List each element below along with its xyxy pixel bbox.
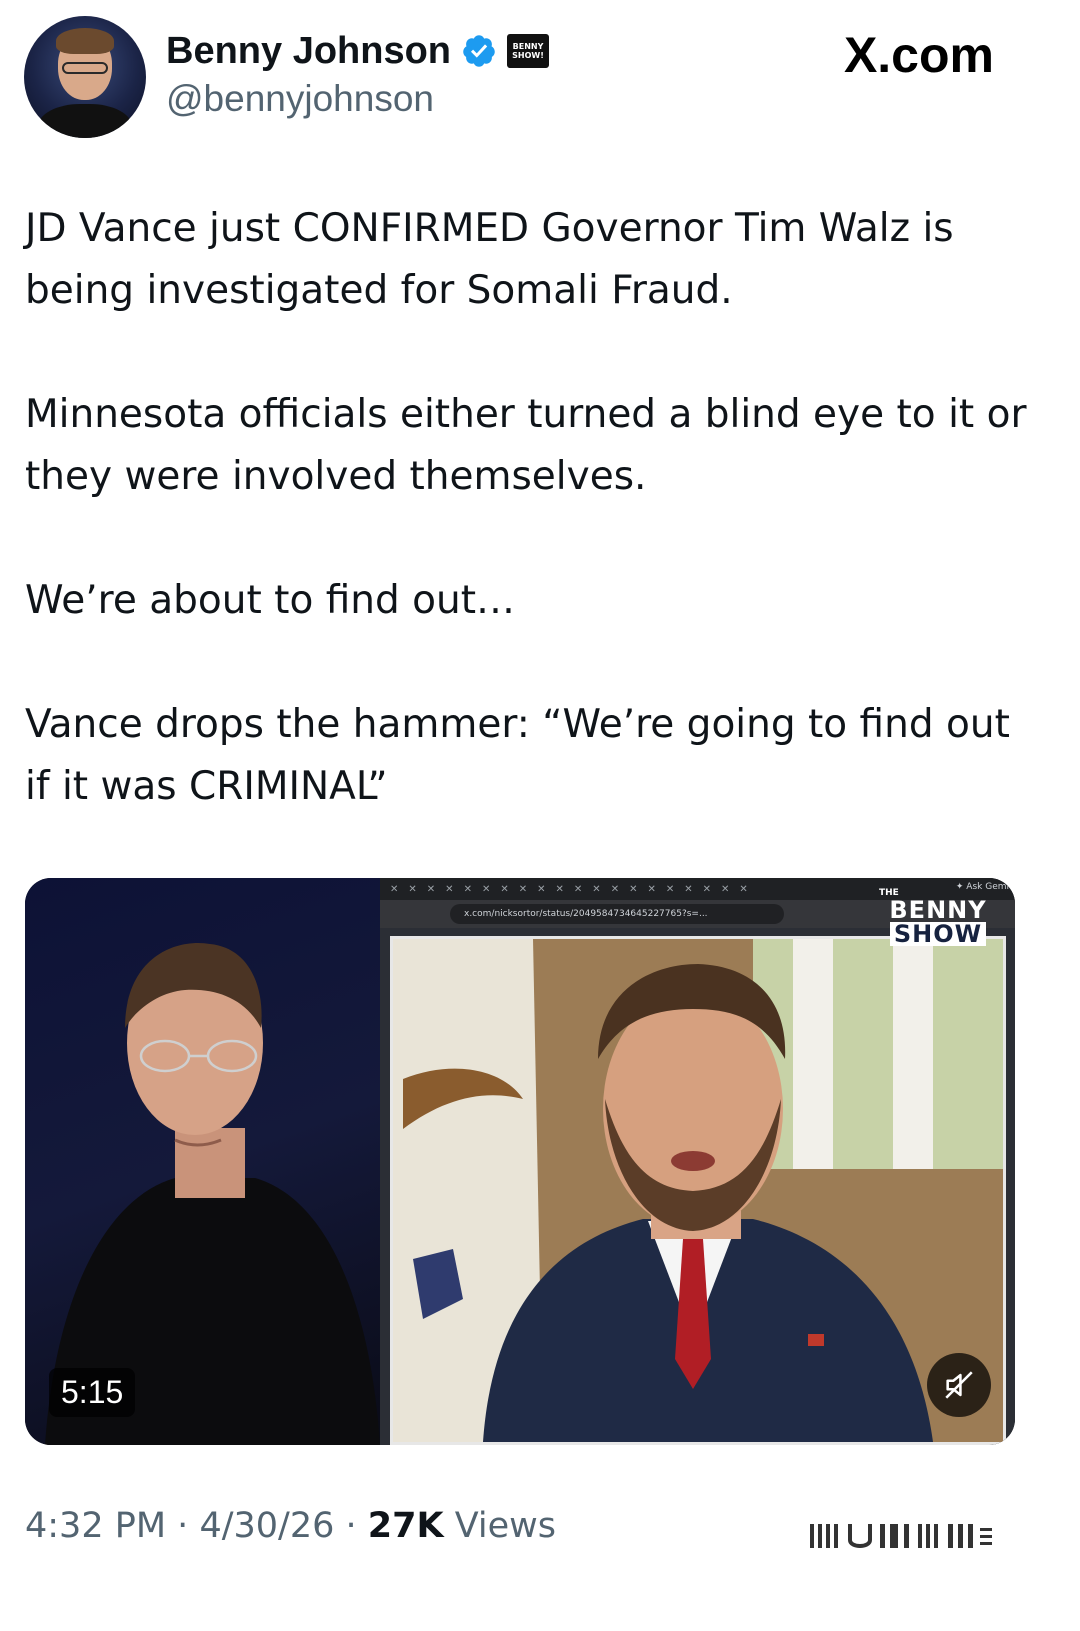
tab-close-icon: ✕ <box>518 883 528 895</box>
logo-show: SHOW <box>889 922 987 946</box>
tab-close-icon: ✕ <box>610 883 620 895</box>
avatar-shirt <box>38 104 132 138</box>
video-duration: 5:15 <box>49 1368 136 1417</box>
tweet-text: JD Vance just CONFIRMED Governor Tim Wal… <box>25 198 1045 880</box>
tab-close-icon: ✕ <box>665 883 675 895</box>
tab-close-icon: ✕ <box>500 883 509 895</box>
tab-close-icon: ✕ <box>721 883 730 895</box>
author-handle[interactable]: @bennyjohnson <box>166 78 434 120</box>
watermark-icon <box>810 1524 992 1548</box>
tab-close-icon: ✕ <box>684 883 693 895</box>
tab-close-icon: ✕ <box>481 883 491 895</box>
site-label: X.com <box>843 27 994 83</box>
tweet-paragraph: Vance drops the hammer: “We’re going to … <box>25 702 1010 809</box>
tab-close-icon: ✕ <box>390 883 399 895</box>
host-video-pane: 5:15 <box>25 878 380 1445</box>
screen-capture-pane: ✕ ✕ ✕ ✕ ✕ ✕ ✕ ✕ ✕ ✕ ✕ ✕ ✕ ✕ ✕ ✕ ✕ ✕ ✕ ✕ … <box>380 878 1015 1445</box>
host-figure <box>45 942 380 1445</box>
avatar[interactable] <box>24 16 146 138</box>
logo-benny: BENNY <box>889 896 987 924</box>
author-name[interactable]: Benny Johnson <box>166 30 451 73</box>
mute-icon <box>945 1371 973 1399</box>
vance-video-frame <box>390 936 1006 1445</box>
tab-close-icon: ✕ <box>573 883 583 895</box>
views-label: Views <box>454 1506 557 1546</box>
browser-url: x.com/nicksortor/status/2049584734645227… <box>450 904 784 924</box>
show-badge: BENNY SHOW! <box>507 34 550 68</box>
tab-close-icon: ✕ <box>445 883 454 895</box>
tweet-paragraph: JD Vance just CONFIRMED Governor Tim Wal… <box>25 206 954 313</box>
tweet-date[interactable]: 4/30/26 <box>199 1506 334 1546</box>
benny-show-logo: THE BENNY SHOW <box>875 888 1001 946</box>
views-count: 27K <box>367 1506 444 1546</box>
tab-close-icon: ✕ <box>463 883 472 895</box>
avatar-hair <box>56 28 114 54</box>
tweet-meta: 4:32 PM · 4/30/26 · 27K Views <box>25 1506 556 1546</box>
meta-separator: · <box>177 1506 200 1546</box>
meta-separator: · <box>345 1506 368 1546</box>
tweet-time[interactable]: 4:32 PM <box>25 1506 166 1546</box>
video-player[interactable]: 5:15 ✕ ✕ ✕ ✕ ✕ ✕ ✕ ✕ ✕ ✕ ✕ ✕ ✕ ✕ ✕ ✕ ✕ ✕… <box>25 878 1015 1445</box>
tab-close-icon: ✕ <box>408 883 417 895</box>
avatar-glasses <box>62 62 108 74</box>
tab-close-icon: ✕ <box>647 883 656 895</box>
name-row: Benny Johnson BENNY SHOW! <box>166 28 550 74</box>
mute-button[interactable] <box>927 1353 991 1417</box>
tweet-paragraph: Minnesota officials either turned a blin… <box>25 392 1027 499</box>
tweet-header: Benny Johnson BENNY SHOW! @bennyjohnson … <box>0 0 1080 150</box>
tab-close-icon: ✕ <box>739 883 748 895</box>
tab-close-icon: ✕ <box>537 883 546 895</box>
tab-close-icon: ✕ <box>629 883 638 895</box>
tab-close-icon: ✕ <box>426 883 436 895</box>
tab-close-icon: ✕ <box>702 883 712 895</box>
verified-icon <box>463 35 495 67</box>
vance-scene <box>393 939 1003 1442</box>
tab-close-icon: ✕ <box>592 883 601 895</box>
tab-close-icon: ✕ <box>555 883 564 895</box>
tweet-paragraph: We’re about to find out… <box>25 578 516 623</box>
